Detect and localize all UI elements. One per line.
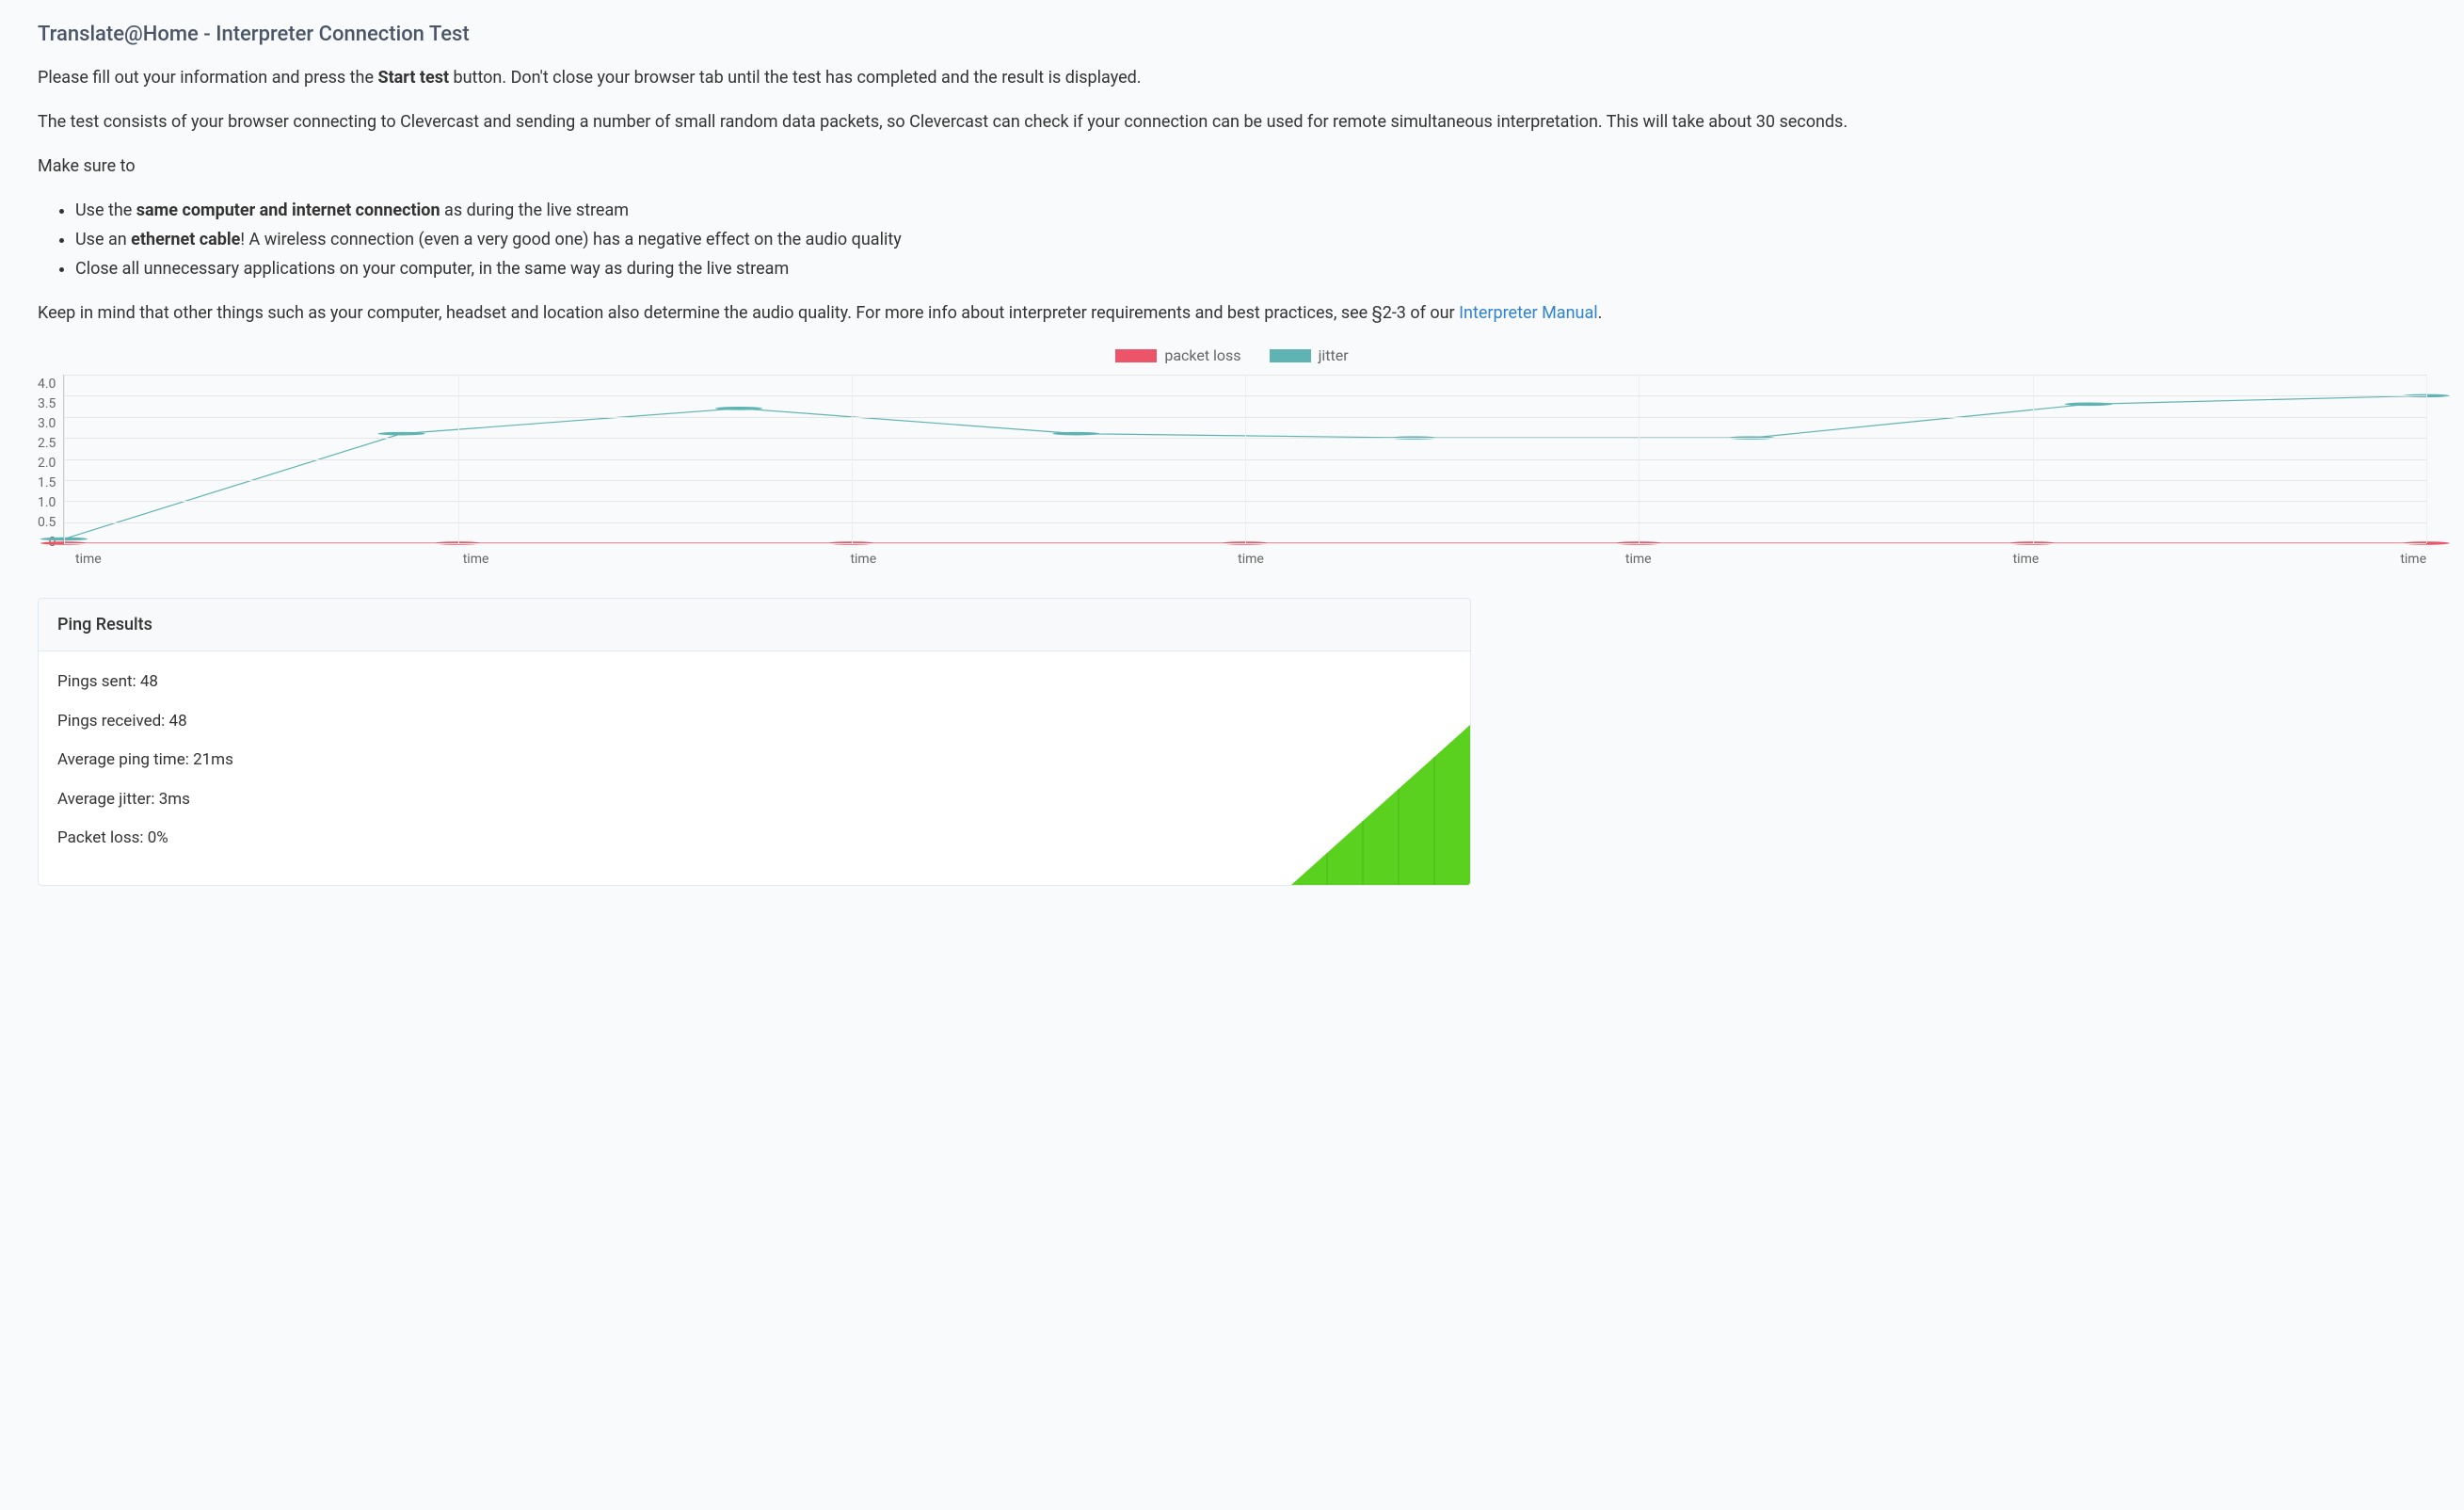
text: Close all unnecessary applications on yo…	[75, 259, 789, 279]
y-tick: 2.0	[38, 454, 56, 474]
legend-jitter[interactable]: jitter	[1270, 345, 1349, 367]
avg-jitter-row: Average jitter: 3ms	[57, 788, 1451, 812]
label: Pings sent:	[57, 672, 140, 691]
chart-data-point	[2065, 403, 2112, 407]
y-tick: 4.0	[38, 375, 56, 394]
signal-strength-icon	[1291, 725, 1470, 885]
ping-results-header: Ping Results	[39, 599, 1470, 651]
text: ! A wireless connection (even a very goo…	[240, 230, 901, 249]
x-tick: time	[75, 550, 102, 570]
intro-paragraph-3: Make sure to	[38, 153, 2426, 179]
interpreter-manual-link[interactable]: Interpreter Manual	[1459, 303, 1598, 323]
intro-paragraph-2: The test consists of your browser connec…	[38, 109, 2426, 135]
label: Average jitter:	[57, 790, 159, 809]
x-tick: time	[463, 550, 489, 570]
label: Packet loss:	[57, 828, 148, 847]
x-tick: time	[2400, 550, 2426, 570]
x-tick: time	[850, 550, 876, 570]
pings-sent-row: Pings sent: 48	[57, 670, 1451, 695]
swatch-icon	[1115, 349, 1157, 362]
bold-text: ethernet cable	[131, 230, 240, 249]
connection-chart: packet loss jitter 4.03.53.02.52.01.51.0…	[38, 345, 2426, 570]
text: button. Don't close your browser tab unt…	[449, 68, 1142, 88]
legend-label: jitter	[1319, 345, 1349, 367]
text: Use an	[75, 230, 131, 249]
x-tick: time	[1238, 550, 1264, 570]
chart-data-point	[378, 432, 425, 436]
pings-received-row: Pings received: 48	[57, 710, 1451, 734]
list-item: Close all unnecessary applications on yo…	[75, 256, 2426, 281]
intro-paragraph-1: Please fill out your information and pre…	[38, 65, 2426, 90]
x-tick: time	[2013, 550, 2040, 570]
intro-paragraph-4: Keep in mind that other things such as y…	[38, 300, 2426, 326]
y-tick: 3.0	[38, 414, 56, 434]
requirements-list: Use the same computer and internet conne…	[75, 198, 2426, 281]
chart-data-point	[715, 407, 762, 410]
packet-loss-row: Packet loss: 0%	[57, 827, 1451, 851]
swatch-icon	[1270, 349, 1311, 362]
legend-packet-loss[interactable]: packet loss	[1115, 345, 1240, 367]
list-item: Use an ethernet cable! A wireless connec…	[75, 227, 2426, 252]
ping-results-card: Ping Results Pings sent: 48 Pings receiv…	[38, 598, 1471, 886]
list-item: Use the same computer and internet conne…	[75, 198, 2426, 223]
y-tick: 3.5	[38, 394, 56, 414]
value: 0%	[148, 828, 168, 847]
value: 21ms	[193, 750, 233, 769]
chart-x-axis: time time time time time time time	[75, 550, 2426, 570]
text: as during the live stream	[440, 201, 630, 220]
bold-text: same computer and internet connection	[136, 201, 440, 220]
page-title: Translate@Home - Interpreter Connection …	[38, 19, 2426, 50]
ping-results-body: Pings sent: 48 Pings received: 48 Averag…	[39, 651, 1470, 885]
legend-label: packet loss	[1164, 345, 1240, 367]
y-tick: 0.5	[38, 513, 56, 533]
text: Keep in mind that other things such as y…	[38, 303, 1459, 323]
text: Please fill out your information and pre…	[38, 68, 378, 88]
value: 3ms	[159, 790, 190, 809]
label: Average ping time:	[57, 750, 193, 769]
chart-plot-area	[63, 375, 2426, 544]
y-tick: 1.5	[38, 474, 56, 493]
x-tick: time	[1625, 550, 1652, 570]
y-tick: 1.0	[38, 493, 56, 513]
avg-ping-row: Average ping time: 21ms	[57, 748, 1451, 773]
y-tick: 2.5	[38, 434, 56, 454]
chart-legend: packet loss jitter	[38, 345, 2426, 367]
label: Pings received:	[57, 712, 169, 731]
text: .	[1598, 303, 1603, 323]
chart-data-point	[1053, 432, 1100, 436]
value: 48	[140, 672, 158, 691]
chart-y-axis: 4.03.53.02.52.01.51.00.50	[38, 375, 63, 544]
start-test-bold: Start test	[378, 68, 450, 88]
text: Use the	[75, 201, 136, 220]
value: 48	[169, 712, 187, 731]
